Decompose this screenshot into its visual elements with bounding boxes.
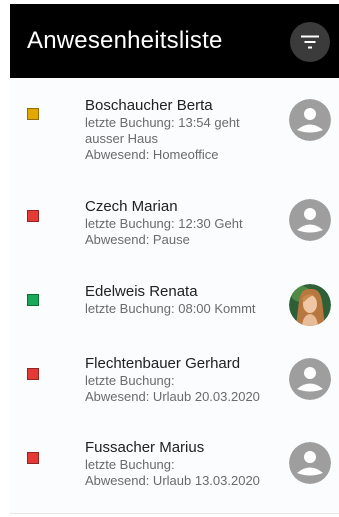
list-item[interactable]: Boschaucher Berta letzte Buchung: 13:54 … bbox=[10, 93, 339, 173]
employee-name: Boschaucher Berta bbox=[85, 97, 213, 114]
default-avatar-icon bbox=[289, 99, 331, 141]
last-booking-continued: ausser Haus bbox=[85, 131, 158, 146]
list-item-text: Edelweis Renata letzte Buchung: 08:00 Ko… bbox=[85, 283, 285, 317]
list-item-text: Boschaucher Berta letzte Buchung: 13:54 … bbox=[85, 97, 285, 163]
default-avatar-icon bbox=[289, 442, 331, 484]
page-title: Anwesenheitsliste bbox=[27, 27, 223, 54]
app-bar: Anwesenheitsliste bbox=[10, 4, 339, 78]
default-avatar-icon bbox=[289, 358, 331, 400]
avatar[interactable] bbox=[289, 358, 331, 400]
status-indicator bbox=[27, 294, 39, 306]
list-item-text: Czech Marian letzte Buchung: 12:30 Geht … bbox=[85, 198, 285, 248]
list-item[interactable]: Fussacher Marius letzte Buchung: Abwesen… bbox=[10, 432, 339, 492]
last-booking: letzte Buchung: 13:54 geht bbox=[85, 115, 240, 130]
app-screen: Anwesenheitsliste Boschaucher Berta letz… bbox=[10, 4, 339, 513]
list-item-text: Fussacher Marius letzte Buchung: Abwesen… bbox=[85, 439, 285, 489]
avatar[interactable] bbox=[289, 99, 331, 141]
absence-reason: Abwesend: Homeoffice bbox=[85, 147, 219, 162]
filter-list-icon bbox=[301, 35, 319, 49]
employee-name: Flechtenbauer Gerhard bbox=[85, 355, 241, 372]
list-item[interactable]: Edelweis Renata letzte Buchung: 08:00 Ko… bbox=[10, 278, 339, 328]
absence-reason: Abwesend: Pause bbox=[85, 232, 190, 247]
absence-reason: Abwesend: Urlaub 20.03.2020 bbox=[85, 389, 260, 404]
last-booking: letzte Buchung: bbox=[85, 373, 175, 388]
filter-button[interactable] bbox=[290, 22, 330, 62]
divider bbox=[10, 513, 339, 514]
photo-avatar bbox=[289, 284, 331, 326]
absence-reason: Abwesend: Urlaub 13.03.2020 bbox=[85, 473, 260, 488]
avatar[interactable] bbox=[289, 442, 331, 484]
last-booking: letzte Buchung: 12:30 Geht bbox=[85, 216, 243, 231]
employee-name: Edelweis Renata bbox=[85, 283, 198, 300]
last-booking: letzte Buchung: 08:00 Kommt bbox=[85, 301, 256, 316]
status-indicator bbox=[27, 108, 39, 120]
list-item-text: Flechtenbauer Gerhard letzte Buchung: Ab… bbox=[85, 355, 285, 405]
last-booking: letzte Buchung: bbox=[85, 457, 175, 472]
status-indicator bbox=[27, 210, 39, 222]
avatar[interactable] bbox=[289, 284, 331, 326]
status-indicator bbox=[27, 452, 39, 464]
list-item[interactable]: Czech Marian letzte Buchung: 12:30 Geht … bbox=[10, 194, 339, 254]
default-avatar-icon bbox=[289, 199, 331, 241]
list-item[interactable]: Flechtenbauer Gerhard letzte Buchung: Ab… bbox=[10, 348, 339, 408]
employee-name: Fussacher Marius bbox=[85, 439, 205, 456]
avatar[interactable] bbox=[289, 199, 331, 241]
status-indicator bbox=[27, 368, 39, 380]
employee-name: Czech Marian bbox=[85, 198, 178, 215]
